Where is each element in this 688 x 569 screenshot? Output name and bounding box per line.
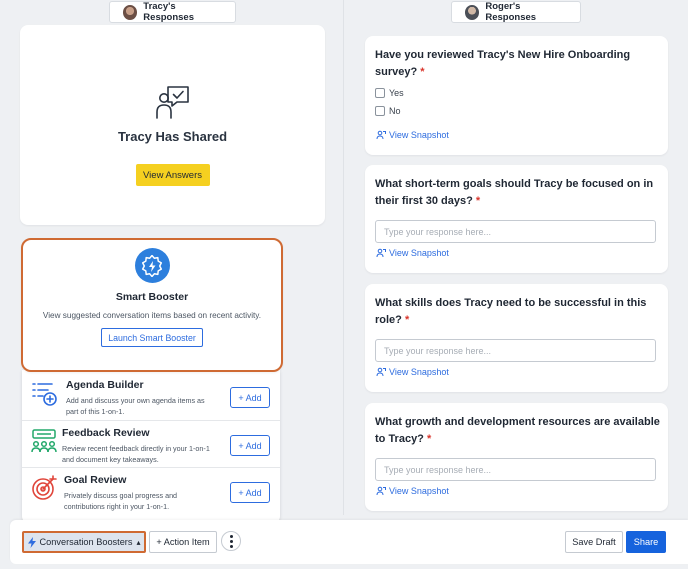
add-action-item-button[interactable]: + Action Item bbox=[149, 531, 217, 553]
snapshot-icon bbox=[376, 248, 386, 258]
feedback-review-add-button[interactable]: + Add bbox=[230, 435, 270, 456]
question-card: What skills does Tracy need to be succes… bbox=[365, 284, 668, 392]
yes-checkbox[interactable] bbox=[375, 88, 385, 98]
tracy-avatar bbox=[123, 4, 138, 20]
person-chat-check-icon bbox=[155, 86, 189, 119]
tracy-responses-label: Tracy's Responses bbox=[143, 1, 194, 23]
view-snapshot-link[interactable]: View Snapshot bbox=[376, 486, 449, 496]
smart-booster-description: View suggested conversation items based … bbox=[42, 311, 262, 320]
launch-smart-booster-button[interactable]: Launch Smart Booster bbox=[101, 328, 203, 347]
feedback-group-icon bbox=[31, 429, 57, 453]
roger-responses-label: Roger's Responses bbox=[485, 1, 537, 23]
smart-booster-card: Smart Booster View suggested conversatio… bbox=[21, 238, 283, 372]
conversation-boosters-button[interactable]: Conversation Boosters ▴ bbox=[22, 531, 146, 553]
feedback-review-title: Feedback Review bbox=[62, 427, 150, 439]
question-text: Have you reviewed Tracy's New Hire Onboa… bbox=[375, 49, 631, 78]
option-no[interactable]: No bbox=[375, 106, 401, 116]
feedback-review-item: Feedback Review Review recent feedback d… bbox=[22, 421, 280, 468]
smart-booster-title: Smart Booster bbox=[115, 291, 189, 303]
response-input[interactable] bbox=[375, 458, 656, 481]
column-divider bbox=[343, 0, 344, 515]
target-icon bbox=[32, 475, 57, 500]
required-marker: * bbox=[475, 195, 481, 207]
bottom-action-bar: Conversation Boosters ▴ + Action Item Sa… bbox=[10, 520, 688, 564]
view-answers-button[interactable]: View Answers bbox=[135, 164, 210, 186]
question-text: What short-term goals should Tracy be fo… bbox=[375, 178, 654, 207]
goal-review-add-button[interactable]: + Add bbox=[230, 482, 270, 503]
required-marker: * bbox=[426, 433, 432, 445]
goal-review-item: Goal Review Privately discuss goal progr… bbox=[22, 468, 280, 515]
save-draft-button[interactable]: Save Draft bbox=[565, 531, 623, 553]
lightning-icon bbox=[27, 536, 36, 548]
feedback-review-description: Review recent feedback directly in your … bbox=[62, 444, 210, 464]
question-card: What growth and development resources ar… bbox=[365, 403, 668, 511]
question-card: Have you reviewed Tracy's New Hire Onboa… bbox=[365, 36, 668, 155]
agenda-builder-title: Agenda Builder bbox=[66, 379, 144, 391]
view-snapshot-link[interactable]: View Snapshot bbox=[376, 130, 449, 140]
required-marker: * bbox=[420, 66, 425, 78]
tracy-responses-tab[interactable]: Tracy's Responses bbox=[109, 1, 236, 23]
smart-booster-icon bbox=[134, 248, 170, 283]
snapshot-icon bbox=[376, 130, 386, 140]
agenda-builder-item: Agenda Builder Add and discuss your own … bbox=[22, 373, 280, 420]
response-input[interactable] bbox=[375, 220, 656, 243]
option-yes[interactable]: Yes bbox=[375, 88, 404, 98]
shared-card: Tracy Has Shared View Answers bbox=[20, 25, 325, 225]
snapshot-icon bbox=[376, 486, 386, 496]
question-text: What growth and development resources ar… bbox=[375, 416, 660, 445]
share-button[interactable]: Share bbox=[626, 531, 666, 553]
more-options-button[interactable] bbox=[221, 531, 241, 551]
snapshot-icon bbox=[376, 367, 386, 377]
goal-review-description: Privately discuss goal progress and cont… bbox=[64, 491, 178, 511]
agenda-builder-add-button[interactable]: + Add bbox=[230, 387, 270, 408]
caret-up-icon: ▴ bbox=[136, 537, 141, 547]
view-snapshot-link[interactable]: View Snapshot bbox=[376, 248, 449, 258]
no-checkbox[interactable] bbox=[375, 106, 385, 116]
roger-avatar bbox=[465, 4, 480, 20]
agenda-builder-description: Add and discuss your own agenda items as… bbox=[66, 396, 205, 416]
roger-responses-tab[interactable]: Roger's Responses bbox=[451, 1, 581, 23]
list-add-icon bbox=[32, 383, 57, 406]
shared-title: Tracy Has Shared bbox=[117, 129, 228, 144]
question-text: What skills does Tracy need to be succes… bbox=[375, 297, 647, 326]
question-card: What short-term goals should Tracy be fo… bbox=[365, 165, 668, 273]
required-marker: * bbox=[404, 314, 410, 326]
booster-tools-list: Agenda Builder Add and discuss your own … bbox=[22, 370, 280, 524]
view-snapshot-link[interactable]: View Snapshot bbox=[376, 367, 449, 377]
response-input[interactable] bbox=[375, 339, 656, 362]
goal-review-title: Goal Review bbox=[64, 474, 127, 486]
